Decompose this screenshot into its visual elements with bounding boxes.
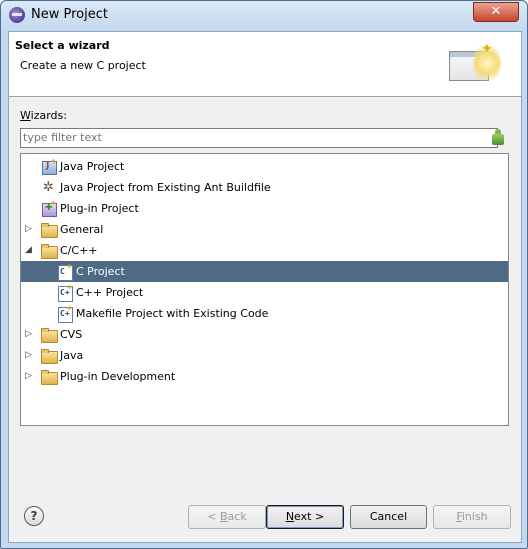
expand-arrow-icon[interactable]: ▷	[24, 224, 33, 235]
tree-item-label: Java Project from Existing Ant Buildfile	[60, 181, 271, 194]
wizards-label: Wizards:	[20, 109, 67, 122]
expand-arrow-icon[interactable]: ▷	[24, 329, 33, 340]
plugin-project-icon: ✚ ✦	[41, 199, 57, 217]
makefile-project-icon: C+ ✦	[57, 304, 73, 323]
folder-icon	[41, 327, 58, 343]
header-title: Select a wizard	[15, 39, 110, 52]
clear-filter-icon[interactable]	[490, 128, 506, 146]
tree-item-label: Java Project	[60, 160, 125, 173]
java-project-icon: J ✦	[41, 157, 57, 175]
tree-item-label: Java	[60, 349, 84, 362]
back-button[interactable]: < Back	[188, 505, 266, 529]
close-button[interactable]: ✕	[473, 2, 519, 22]
tree-item-label: General	[60, 223, 104, 236]
tree-item-c-project[interactable]: C ✦ C Project	[21, 261, 508, 282]
tree-item-general[interactable]: ▷ General	[21, 219, 508, 240]
eclipse-app-icon	[9, 7, 25, 23]
folder-icon	[41, 222, 58, 238]
filter-field[interactable]	[20, 128, 498, 148]
tree-item-plugin-development[interactable]: ▷ Plug-in Development	[21, 366, 508, 387]
help-icon[interactable]: ?	[24, 506, 44, 526]
tree-item-label: CVS	[60, 328, 83, 341]
tree-item-c-cpp[interactable]: ◢ C/C++	[21, 240, 508, 261]
expand-arrow-icon[interactable]: ▷	[24, 371, 33, 382]
c-project-icon: C ✦	[57, 262, 73, 281]
title-bar[interactable]: New Project ✕	[1, 1, 527, 30]
tree-item-java-project[interactable]: J ✦ Java Project	[21, 156, 508, 177]
wizard-banner-icon: ✦	[447, 41, 501, 87]
wizard-header: Select a wizard Create a new C project ✦	[9, 32, 521, 97]
new-project-window: New Project ✕ Select a wizard Create a n…	[0, 0, 528, 549]
tree-item-label: Plug-in Project	[60, 202, 139, 215]
tree-item-label: Makefile Project with Existing Code	[76, 307, 269, 320]
tree-item-makefile-project[interactable]: C+ ✦ Makefile Project with Existing Code	[21, 303, 508, 324]
ant-icon: ✲	[43, 180, 54, 195]
tree-item-label: C Project	[76, 265, 125, 278]
folder-icon	[41, 348, 58, 364]
tree-item-cpp-project[interactable]: C+ ✦ C++ Project	[21, 282, 508, 303]
cpp-project-icon: C+ ✦	[57, 283, 73, 302]
expand-arrow-icon[interactable]: ▷	[24, 350, 33, 361]
tree-item-java[interactable]: ▷ Java	[21, 345, 508, 366]
collapse-arrow-icon[interactable]: ◢	[24, 245, 33, 256]
tree-item-cvs[interactable]: ▷ CVS	[21, 324, 508, 345]
header-description: Create a new C project	[20, 59, 146, 72]
finish-button[interactable]: Finish	[433, 505, 511, 529]
dialog-body: Select a wizard Create a new C project ✦…	[8, 31, 522, 543]
tree-item-java-ant-project[interactable]: ✲ Java Project from Existing Ant Buildfi…	[21, 177, 508, 198]
window-title: New Project	[31, 7, 108, 22]
folder-icon	[41, 369, 58, 385]
cancel-button[interactable]: Cancel	[350, 505, 427, 529]
tree-item-label: Plug-in Development	[60, 370, 176, 383]
tree-item-label: C/C++	[60, 244, 98, 257]
next-button[interactable]: Next >	[266, 505, 344, 529]
tree-item-plugin-project[interactable]: ✚ ✦ Plug-in Project	[21, 198, 508, 219]
tree-item-label: C++ Project	[76, 286, 144, 299]
filter-input[interactable]	[23, 130, 483, 145]
folder-open-icon	[41, 243, 58, 259]
wizard-tree[interactable]: J ✦ Java Project ✲ Java Project from Exis…	[20, 153, 509, 426]
